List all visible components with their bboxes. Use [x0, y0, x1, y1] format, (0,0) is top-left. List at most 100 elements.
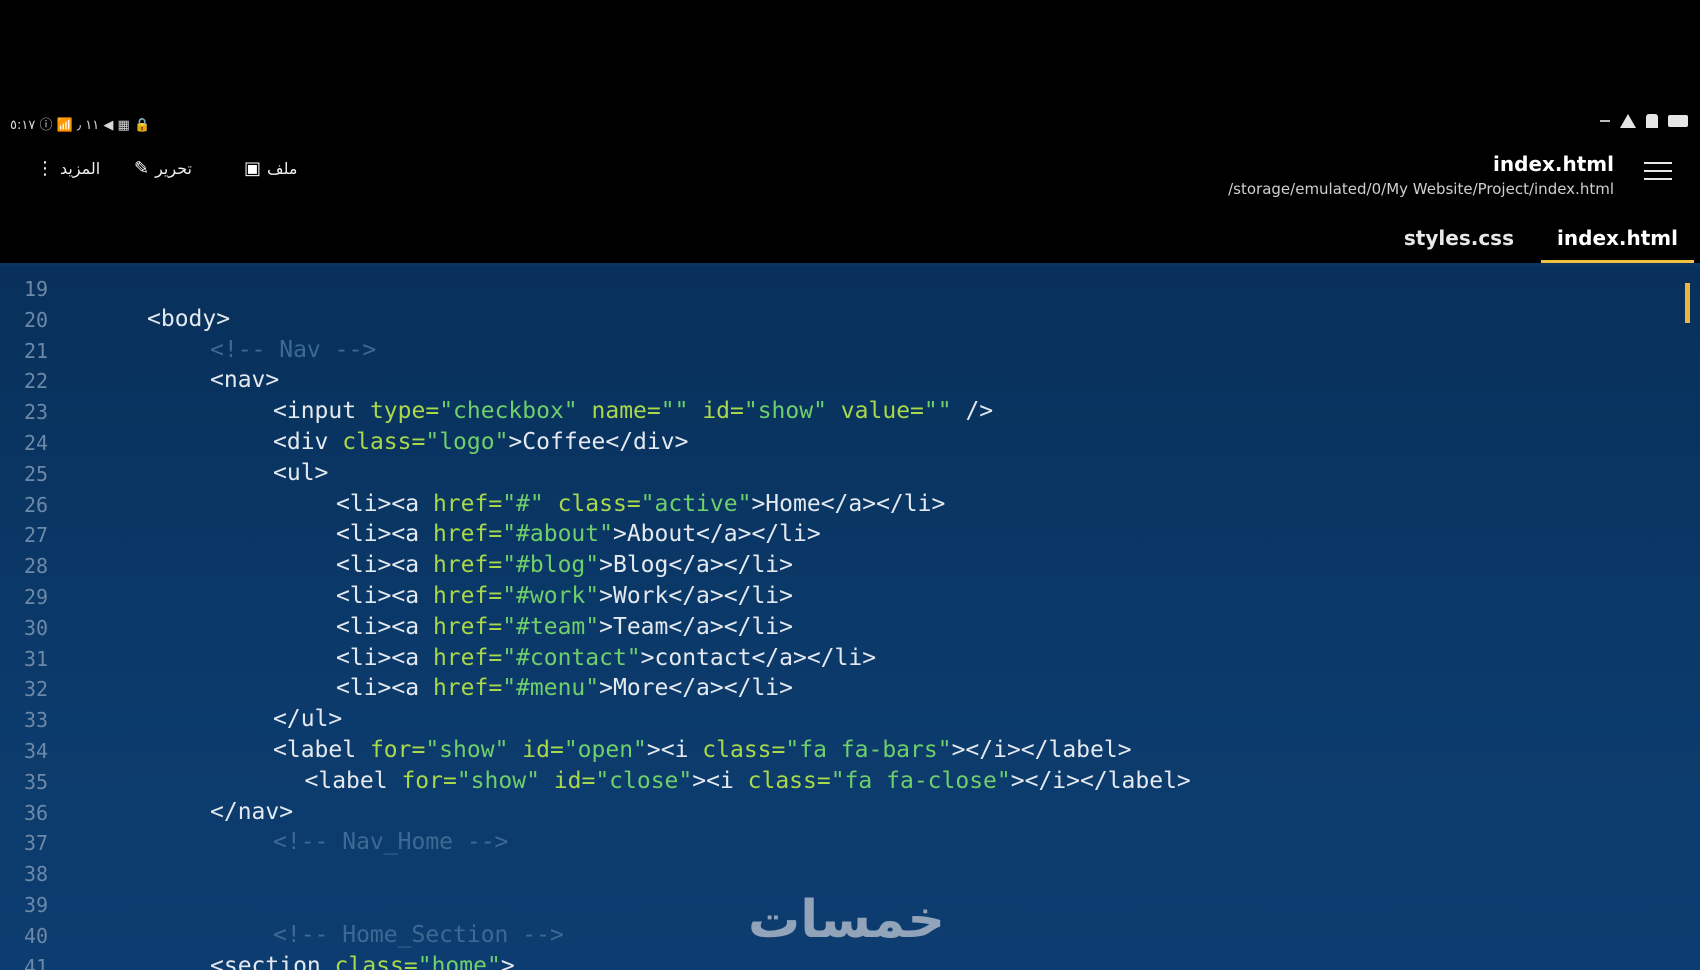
code-text: <ul> [273, 460, 328, 486]
code-text: <li><a href="#blog">Blog</a></li> [336, 552, 793, 578]
code-text: <label for="show" id="open"><i class="fa… [273, 737, 1132, 763]
code-line[interactable]: 29 <li><a href="#work">Work</a></li> [0, 581, 1660, 612]
code-token: <label [273, 737, 370, 763]
code-text: <li><a href="#" class="active">Home</a><… [336, 491, 945, 517]
line-number: 21 [24, 338, 49, 363]
briefcase-icon: ▣ [244, 158, 262, 179]
code-text: <!-- Nav_Home --> [273, 829, 508, 855]
code-line[interactable]: 31 <li><a href="#contact">contact</a></li… [0, 643, 1660, 674]
tab-styles-css[interactable]: styles.css [1388, 224, 1530, 260]
code-token: class= [342, 429, 426, 455]
code-line[interactable]: 19 [0, 273, 1660, 304]
code-line[interactable]: 21 <!-- Nav --> [0, 335, 1660, 366]
code-token: "#" [502, 490, 544, 517]
code-text: <li><a href="#team">Team</a></li> [336, 614, 793, 640]
edit-button[interactable]: ✎ تحرير [134, 158, 192, 179]
code-token: </ul> [273, 706, 343, 733]
code-editor[interactable]: 19 20 <body> 21 <!-- Nav --> 22 <nav> 23 <input … [0, 263, 1700, 970]
line-number: 22 [24, 369, 49, 394]
edit-label: تحرير [155, 159, 192, 178]
code-line[interactable]: 28 <li><a href="#blog">Blog</a></li> [0, 550, 1660, 581]
code-line[interactable]: 32 <li><a href="#menu">More</a></li> [0, 673, 1660, 704]
code-line[interactable]: 20 <body> [0, 304, 1660, 335]
line-number: 32 [24, 677, 49, 702]
code-line[interactable]: 27 <li><a href="#about">About</a></li> [0, 519, 1660, 550]
line-number: 20 [24, 307, 49, 332]
code-token: "show" [456, 767, 540, 794]
status-left-text: ٥:١٧ ⓘ 📶 ١١ ٫ ◀ ▦ 🔒 [10, 118, 151, 133]
code-token: href= [432, 644, 503, 671]
code-token: ><i [646, 737, 703, 763]
code-token: "show" [425, 737, 509, 763]
code-token: "show" [743, 398, 827, 425]
code-token: "#work" [502, 583, 600, 609]
code-token: value= [826, 398, 924, 425]
tab-index-html[interactable]: index.html [1541, 224, 1694, 263]
code-line[interactable]: 36 </nav> [0, 797, 1660, 828]
line-number: 39 [24, 893, 49, 917]
code-token: "checkbox" [439, 398, 578, 425]
code-line[interactable]: 34 <label for="show" id="open"><i class="… [0, 735, 1660, 766]
code-token: >contact</a></li> [640, 644, 877, 671]
lock-icon [1646, 114, 1658, 128]
status-right-icons [1600, 114, 1688, 128]
watermark-logo: خمسات [748, 890, 946, 950]
code-line[interactable]: 38 [0, 858, 1660, 889]
code-token: > [500, 952, 515, 970]
code-line[interactable]: 30 <li><a href="#team">Team</a></li> [0, 612, 1660, 643]
code-text: <body> [147, 306, 230, 332]
line-number: 19 [24, 277, 49, 301]
code-token: >Work</a></li> [599, 583, 793, 609]
code-token: >Coffee</div> [508, 429, 689, 455]
line-number: 36 [24, 800, 49, 825]
file-button[interactable]: ▣ ملف [244, 158, 297, 179]
code-line[interactable]: 33 </ul> [0, 704, 1660, 735]
code-line[interactable]: 26 <li><a href="#" class="active">Home</a… [0, 489, 1660, 520]
code-token: href= [432, 613, 503, 640]
line-number: 30 [24, 615, 49, 640]
line-number: 41 [24, 954, 49, 970]
line-number: 40 [24, 923, 49, 948]
code-text: <section class="home"> [210, 953, 515, 970]
code-token: href= [432, 490, 503, 517]
more-button[interactable]: ⋮ المزيد [36, 158, 100, 179]
code-token: >Blog</a></li> [599, 552, 793, 579]
line-number: 27 [24, 523, 49, 548]
code-token: "#menu" [502, 675, 600, 702]
code-token: "open" [563, 737, 647, 763]
battery-icon [1668, 115, 1688, 127]
file-path: /storage/emulated/0/My Website/Project/i… [1228, 180, 1614, 198]
line-number: 37 [24, 831, 49, 856]
code-token: ></i></label> [1010, 767, 1191, 794]
code-token: href= [432, 675, 503, 702]
code-token: <li><a [336, 613, 433, 640]
code-token: <!-- Nav_Home --> [273, 829, 509, 856]
code-token: <li><a [336, 583, 433, 609]
code-line[interactable]: 24 <div class="logo">Coffee</div> [0, 427, 1660, 458]
code-line[interactable]: 22 <nav> [0, 365, 1660, 396]
code-token: id= [508, 737, 564, 763]
code-text: <label for="show" id="close"><i class="f… [305, 768, 1191, 794]
file-tabs: styles.css index.html [1140, 220, 1700, 264]
code-line[interactable]: 37 <!-- Nav_Home --> [0, 827, 1660, 858]
line-number: 29 [24, 585, 49, 609]
code-token: <li><a [336, 644, 433, 671]
code-token: class= [702, 737, 786, 763]
code-token: "#team" [502, 613, 600, 640]
code-token: class= [543, 490, 641, 517]
code-text: <li><a href="#contact">contact</a></li> [336, 645, 876, 671]
code-token: <nav> [210, 367, 280, 394]
editor-toolbar: ⋮ المزيد ✎ تحرير ▣ ملف index.html /stora… [0, 150, 1700, 200]
code-token: <ul> [273, 459, 329, 486]
scrollbar-thumb[interactable] [1685, 283, 1690, 323]
code-token: ></i></label> [951, 737, 1132, 763]
code-line[interactable]: 35 <label for="show" id="close"><i class=… [0, 766, 1660, 797]
code-token: /> [951, 398, 994, 425]
hamburger-menu-icon[interactable] [1644, 162, 1672, 184]
code-token: "fa fa-bars" [785, 737, 952, 763]
line-number: 23 [24, 400, 49, 425]
code-line[interactable]: 25 <ul> [0, 458, 1660, 489]
code-line[interactable]: 41 <section class="home"> [0, 951, 1660, 970]
wifi-icon [1620, 114, 1636, 128]
code-line[interactable]: 23 <input type="checkbox" name="" id="sho… [0, 396, 1660, 427]
